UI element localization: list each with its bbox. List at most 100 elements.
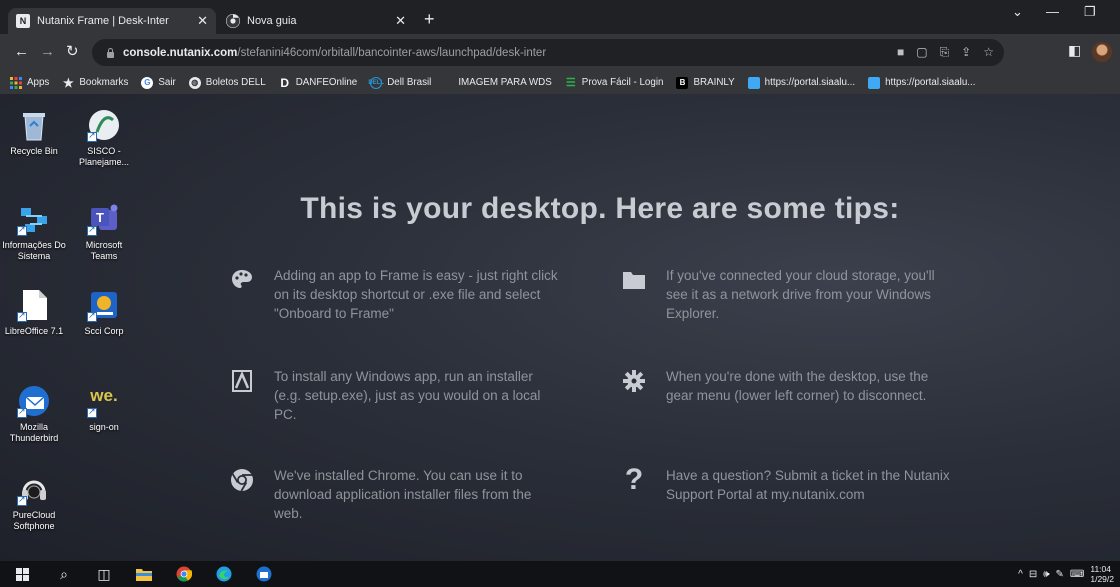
- clock-date: 1/29/2: [1090, 574, 1114, 584]
- we-icon: we.: [87, 384, 121, 418]
- taskbar: ⌕ ◫ ^ ⊟ 🕪 ✎ ⌨ 11:04 1/29/2: [0, 561, 1120, 587]
- translate-icon[interactable]: ⎘: [940, 45, 950, 60]
- thunderbird-taskbar-icon[interactable]: [244, 561, 284, 587]
- keyboard-icon[interactable]: ⌨: [1070, 569, 1084, 580]
- desktop-icon-sign-on[interactable]: we. sign-on: [72, 384, 136, 433]
- desktop-icon-thunderbird[interactable]: Mozilla Thunderbird: [2, 384, 66, 444]
- icon-label: Microsoft Teams: [85, 240, 123, 261]
- bookmark-sair[interactable]: G Sair: [141, 76, 176, 89]
- windows-start-icon[interactable]: [0, 561, 44, 587]
- reload-icon[interactable]: ↻: [66, 43, 79, 61]
- list-icon: ☰: [565, 77, 576, 89]
- desktop-icon-recycle-bin[interactable]: Recycle Bin: [2, 108, 66, 157]
- share-icon[interactable]: ⇪: [961, 45, 971, 60]
- bookmark-dell-brasil[interactable]: DELL Dell Brasil: [368, 76, 432, 89]
- tip-onboard-app: Adding an app to Frame is easy - just ri…: [228, 266, 558, 323]
- desktop-icon-libreoffice[interactable]: LibreOffice 7.1: [2, 288, 66, 337]
- close-tab-icon[interactable]: ✕: [197, 13, 208, 29]
- icon-label: Recycle Bin: [10, 146, 58, 156]
- side-panel-icon[interactable]: ◧: [1068, 42, 1081, 59]
- desktop-icon-sisco[interactable]: SISCO - Planejame...: [72, 108, 136, 168]
- thunderbird-icon: [17, 384, 51, 418]
- tip-text: We've installed Chrome. You can use it t…: [274, 468, 532, 521]
- address-bar[interactable]: console.nutanix.com/stefanini46com/orbit…: [92, 39, 1004, 66]
- bookmark-label: https://portal.siaalu...: [764, 77, 856, 88]
- bookmark-danfeonline[interactable]: D DANFEOnline: [279, 75, 357, 90]
- bookmark-label: https://portal.siaalu...: [885, 77, 976, 88]
- search-icon[interactable]: ⌕: [44, 561, 84, 587]
- tips-title: This is your desktop. Here are some tips…: [300, 192, 900, 225]
- back-icon[interactable]: ←: [14, 43, 29, 61]
- google-icon: G: [141, 76, 154, 89]
- volume-icon[interactable]: 🕪: [1043, 569, 1049, 580]
- bookmark-brainly[interactable]: B BRAINLY: [676, 76, 735, 89]
- tab-nutanix-frame[interactable]: N Nutanix Frame | Desk-Inter ✕: [8, 8, 216, 34]
- chevron-up-icon[interactable]: ^: [1018, 569, 1023, 580]
- network-icon[interactable]: ⊟: [1029, 569, 1037, 580]
- icon-label: Mozilla Thunderbird: [9, 422, 59, 443]
- task-view-icon[interactable]: ◫: [84, 561, 124, 587]
- bookmark-label: Dell Brasil: [387, 77, 432, 88]
- tip-support: ? Have a question? Submit a ticket in th…: [620, 463, 950, 504]
- folder-icon: [620, 266, 648, 294]
- bookmark-prova-facil[interactable]: ☰ Prova Fácil - Login: [565, 77, 664, 89]
- dell-icon: DELL: [368, 76, 384, 89]
- clipboard-icon[interactable]: ▢: [916, 45, 927, 60]
- bookmarks-bar: Apps ★ Bookmarks G Sair ◍ Boletos DELL D…: [0, 71, 1120, 94]
- tab-nova-guia[interactable]: Nova guia ✕: [218, 8, 414, 34]
- apps-grid-icon: [10, 76, 22, 89]
- bookmark-portal-siaalu-1[interactable]: https://portal.siaalu...: [747, 76, 856, 89]
- icon-label: Informações Do Sistema: [2, 240, 66, 261]
- bookmark-portal-siaalu-2[interactable]: https://portal.siaalu...: [868, 76, 976, 89]
- chrome-icon: [226, 14, 240, 28]
- bookmark-label: Bookmarks: [79, 77, 129, 88]
- remote-desktop: Recycle Bin Informações Do Sistema Libre…: [0, 94, 1120, 561]
- we-logo-text: we.: [90, 386, 118, 405]
- url-host: console.nutanix.com: [123, 46, 238, 59]
- close-tab-icon[interactable]: ✕: [395, 13, 406, 29]
- file-explorer-icon[interactable]: [124, 561, 164, 587]
- clock[interactable]: 11:04 1/29/2: [1090, 564, 1114, 584]
- icon-label: LibreOffice 7.1: [4, 326, 64, 336]
- tip-text: Have a question? Submit a ticket in the …: [666, 468, 950, 502]
- forward-icon[interactable]: →: [40, 43, 55, 61]
- tip-cloud-storage: If you've connected your cloud storage, …: [620, 266, 950, 323]
- chrome-icon: [228, 466, 256, 494]
- b-icon: B: [676, 76, 689, 89]
- bookmark-boletos-dell[interactable]: ◍ Boletos DELL: [188, 76, 266, 89]
- tip-text: To install any Windows app, run an insta…: [274, 369, 541, 422]
- chrome-taskbar-icon[interactable]: [164, 561, 204, 587]
- camera-icon[interactable]: ■: [897, 45, 904, 60]
- bookmark-apps[interactable]: Apps: [10, 76, 49, 89]
- d-icon: D: [280, 75, 290, 90]
- icon-label: SISCO - Planejame...: [78, 146, 130, 167]
- palette-icon: [228, 266, 256, 294]
- profile-avatar[interactable]: [1092, 42, 1112, 62]
- nutanix-favicon: N: [16, 14, 30, 28]
- tab-title: Nova guia: [247, 15, 297, 27]
- tab-search-chevron-icon[interactable]: ⌄: [1012, 4, 1023, 20]
- bookmark-label: Boletos DELL: [205, 77, 266, 88]
- portal-icon: [868, 76, 881, 89]
- bookmark-star-icon[interactable]: ☆: [983, 45, 994, 60]
- tab-strip: N Nutanix Frame | Desk-Inter ✕ Nova guia…: [0, 0, 1120, 34]
- tip-disconnect: When you're done with the desktop, use t…: [620, 367, 950, 405]
- lock-icon: [106, 47, 115, 58]
- portal-icon: [747, 76, 760, 89]
- globe-icon: ◍: [188, 76, 201, 89]
- desktop-icon-purecloud[interactable]: PureCloud Softphone: [2, 472, 66, 532]
- new-tab-button[interactable]: +: [424, 9, 435, 29]
- installer-icon: [228, 367, 256, 395]
- pen-icon[interactable]: ✎: [1056, 569, 1064, 580]
- bookmark-imagem-para-wds[interactable]: IMAGEM PARA WDS: [458, 77, 551, 88]
- edge-icon[interactable]: [204, 561, 244, 587]
- minimize-icon[interactable]: —: [1046, 4, 1059, 19]
- gear-icon: [620, 367, 648, 395]
- bookmark-bookmarks[interactable]: ★ Bookmarks: [62, 76, 129, 90]
- browser-toolbar: ← → ↻ console.nutanix.com/stefanini46com…: [0, 34, 1120, 71]
- recycle-bin-icon: [17, 108, 51, 142]
- tab-title: Nutanix Frame | Desk-Inter: [37, 15, 169, 27]
- restore-icon[interactable]: ❐: [1084, 4, 1096, 20]
- icon-label: sign-on: [89, 422, 119, 432]
- desktop-icon-scci-corp[interactable]: Scci Corp: [72, 288, 136, 337]
